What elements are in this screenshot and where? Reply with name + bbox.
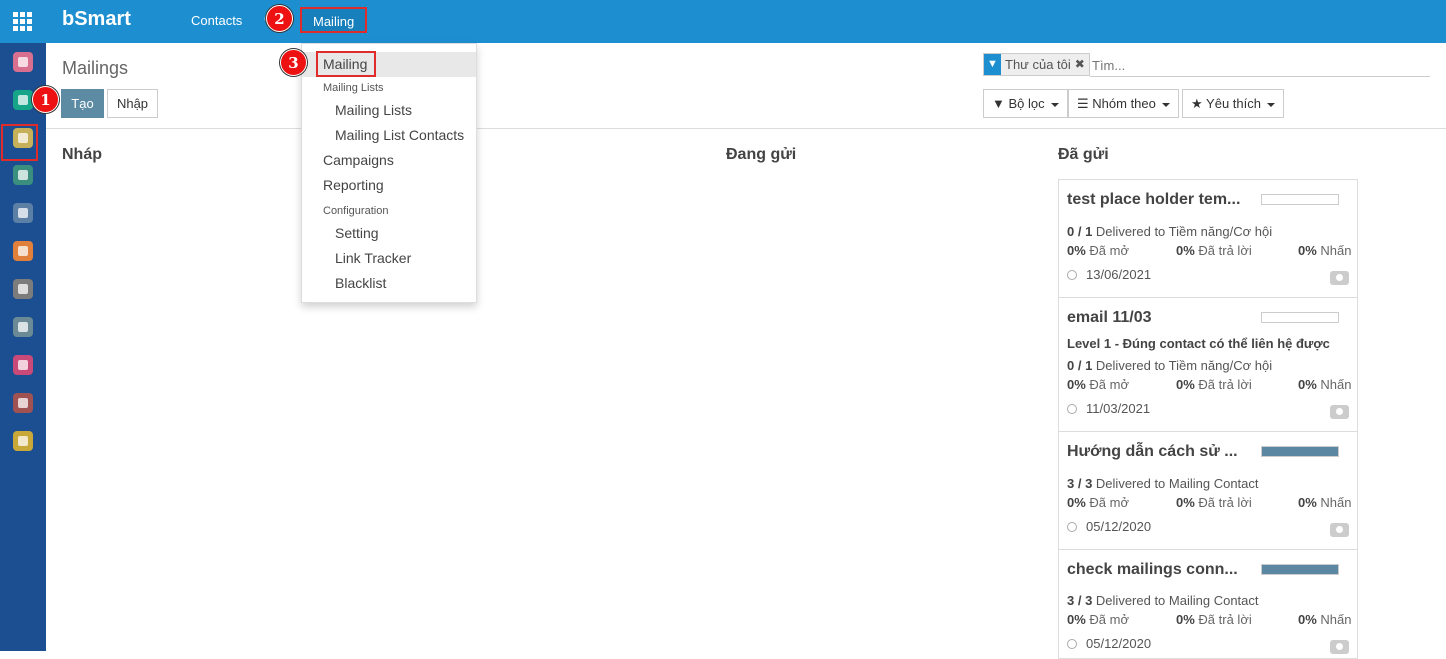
delivered-line: 0 / 1 Delivered to Tiềm năng/Cơ hội — [1067, 358, 1273, 373]
date-line: 11/03/2021 — [1067, 401, 1150, 416]
top-navbar: bSmart Contacts C Mailing — [0, 0, 1446, 43]
send-icon[interactable] — [13, 317, 33, 337]
list-icon: ☰ — [1077, 96, 1089, 111]
facet-label: Thư của tôi — [1001, 54, 1075, 75]
active-app-highlight — [1, 124, 38, 161]
create-button[interactable]: Tạo — [61, 89, 104, 118]
progress-bar — [1261, 312, 1339, 323]
clicked-stat: 0% Nhấn — [1298, 612, 1352, 627]
dropdown-header-configuration: Configuration — [323, 205, 389, 217]
camera-icon — [1330, 271, 1349, 285]
website-icon[interactable] — [13, 241, 33, 261]
progress-bar — [1261, 564, 1339, 575]
date-line: 13/06/2021 — [1067, 267, 1151, 282]
card-title: check mailings conn... — [1067, 561, 1238, 578]
dashboard-icon[interactable] — [13, 355, 33, 375]
opened-stat: 0% Đã mở — [1067, 612, 1130, 627]
brand-name: bSmart — [62, 8, 131, 30]
dropdown-item-campaigns[interactable]: Campaigns — [302, 148, 476, 173]
contacts-icon[interactable] — [13, 165, 33, 185]
delivered-line: 3 / 3 Delivered to Mailing Contact — [1067, 593, 1259, 608]
step-marker-2: 2 — [266, 5, 293, 32]
card-title: test place holder tem... — [1067, 191, 1241, 208]
groupby-label: Nhóm theo — [1092, 96, 1156, 111]
clicked-stat: 0% Nhấn — [1298, 377, 1352, 392]
step-marker-1: 1 — [32, 86, 59, 113]
step-marker-3: 3 — [280, 49, 307, 76]
replied-stat: 0% Đã trả lời — [1176, 612, 1252, 627]
dropdown-item-mailing-lists[interactable]: Mailing Lists — [302, 98, 476, 123]
card-title: email 11/03 — [1067, 309, 1152, 326]
mailing-card[interactable]: Hướng dẫn cách sử ... 3 / 3 Delivered to… — [1058, 431, 1358, 550]
clock-icon — [1067, 404, 1077, 414]
column-sending-title: Đang gửi — [726, 146, 797, 163]
caret-down-icon — [1050, 102, 1059, 107]
import-button[interactable]: Nhập — [107, 89, 158, 118]
remove-facet-icon[interactable]: ✖ — [1074, 54, 1089, 75]
column-draft-title: Nháp — [62, 146, 102, 163]
filter-icon: ▼ — [992, 96, 1005, 111]
control-panel: Mailings Tạo Nhập ▼ Thư của tôi ✖ ▼ Bộ l… — [46, 43, 1446, 129]
page-title: Mailings — [62, 58, 129, 78]
camera-icon — [1330, 640, 1349, 654]
date-line: 05/12/2020 — [1067, 519, 1151, 534]
clicked-stat: 0% Nhấn — [1298, 243, 1352, 258]
clock-icon — [1067, 522, 1077, 532]
apps-icon[interactable] — [13, 393, 33, 413]
opened-stat: 0% Đã mở — [1067, 377, 1130, 392]
mailing-dropdown-menu: Mailing Mailing Lists Mailing Lists Mail… — [301, 43, 477, 303]
card-title: Hướng dẫn cách sử ... — [1067, 443, 1238, 460]
mailing-card[interactable]: email 11/03 Level 1 - Đúng contact có th… — [1058, 297, 1358, 432]
dropdown-item-reporting[interactable]: Reporting — [302, 173, 476, 198]
dropdown-item-mailing-list-contacts[interactable]: Mailing List Contacts — [302, 123, 476, 148]
opened-stat: 0% Đã mở — [1067, 495, 1130, 510]
dropdown-item-link-tracker[interactable]: Link Tracker — [302, 246, 476, 271]
mailing-card[interactable]: check mailings conn... 3 / 3 Delivered t… — [1058, 549, 1358, 659]
email-marketing-icon[interactable] — [13, 90, 33, 110]
dropdown-header-mailing-lists: Mailing Lists — [323, 82, 384, 94]
camera-icon — [1330, 405, 1349, 419]
menu-mailing[interactable]: Mailing — [300, 7, 368, 33]
filter-icon: ▼ — [984, 54, 1001, 75]
link-icon[interactable] — [13, 279, 33, 299]
date-line: 05/12/2020 — [1067, 636, 1151, 651]
delivered-line: 3 / 3 Delivered to Mailing Contact — [1067, 476, 1259, 491]
menu-contacts[interactable]: Contacts — [191, 13, 242, 28]
column-sent-title: Đã gửi — [1058, 146, 1109, 163]
caret-down-icon — [1161, 102, 1170, 107]
favorites-label: Yêu thích — [1206, 96, 1261, 111]
replied-stat: 0% Đã trả lời — [1176, 495, 1252, 510]
highlight-box — [316, 51, 376, 77]
replied-stat: 0% Đã trả lời — [1176, 243, 1252, 258]
replied-stat: 0% Đã trả lời — [1176, 377, 1252, 392]
camera-icon — [1330, 523, 1349, 537]
card-subject: Level 1 - Đúng contact có thể liên hệ đư… — [1067, 336, 1330, 351]
mailing-card[interactable]: test place holder tem... 0 / 1 Delivered… — [1058, 179, 1358, 298]
apps-grid-icon[interactable] — [13, 12, 33, 31]
caret-down-icon — [1266, 102, 1275, 107]
handshake-icon[interactable] — [13, 203, 33, 223]
dropdown-item-blacklist[interactable]: Blacklist — [302, 271, 476, 296]
progress-bar — [1261, 194, 1339, 205]
chat-icon[interactable] — [13, 52, 33, 72]
star-icon: ★ — [1191, 96, 1203, 111]
settings-icon[interactable] — [13, 431, 33, 451]
progress-bar — [1261, 446, 1339, 457]
dropdown-item-setting[interactable]: Setting — [302, 221, 476, 246]
search-input[interactable] — [1090, 55, 1430, 77]
favorites-dropdown-button[interactable]: ★ Yêu thích — [1182, 89, 1284, 118]
delivered-line: 0 / 1 Delivered to Tiềm năng/Cơ hội — [1067, 224, 1273, 239]
filter-dropdown-button[interactable]: ▼ Bộ lọc — [983, 89, 1068, 118]
app-sidebar — [0, 43, 46, 651]
groupby-dropdown-button[interactable]: ☰ Nhóm theo — [1068, 89, 1179, 118]
search-facet[interactable]: ▼ Thư của tôi ✖ — [983, 53, 1090, 76]
opened-stat: 0% Đã mở — [1067, 243, 1130, 258]
clock-icon — [1067, 639, 1077, 649]
filter-label: Bộ lọc — [1008, 96, 1045, 111]
clicked-stat: 0% Nhấn — [1298, 495, 1352, 510]
clock-icon — [1067, 270, 1077, 280]
